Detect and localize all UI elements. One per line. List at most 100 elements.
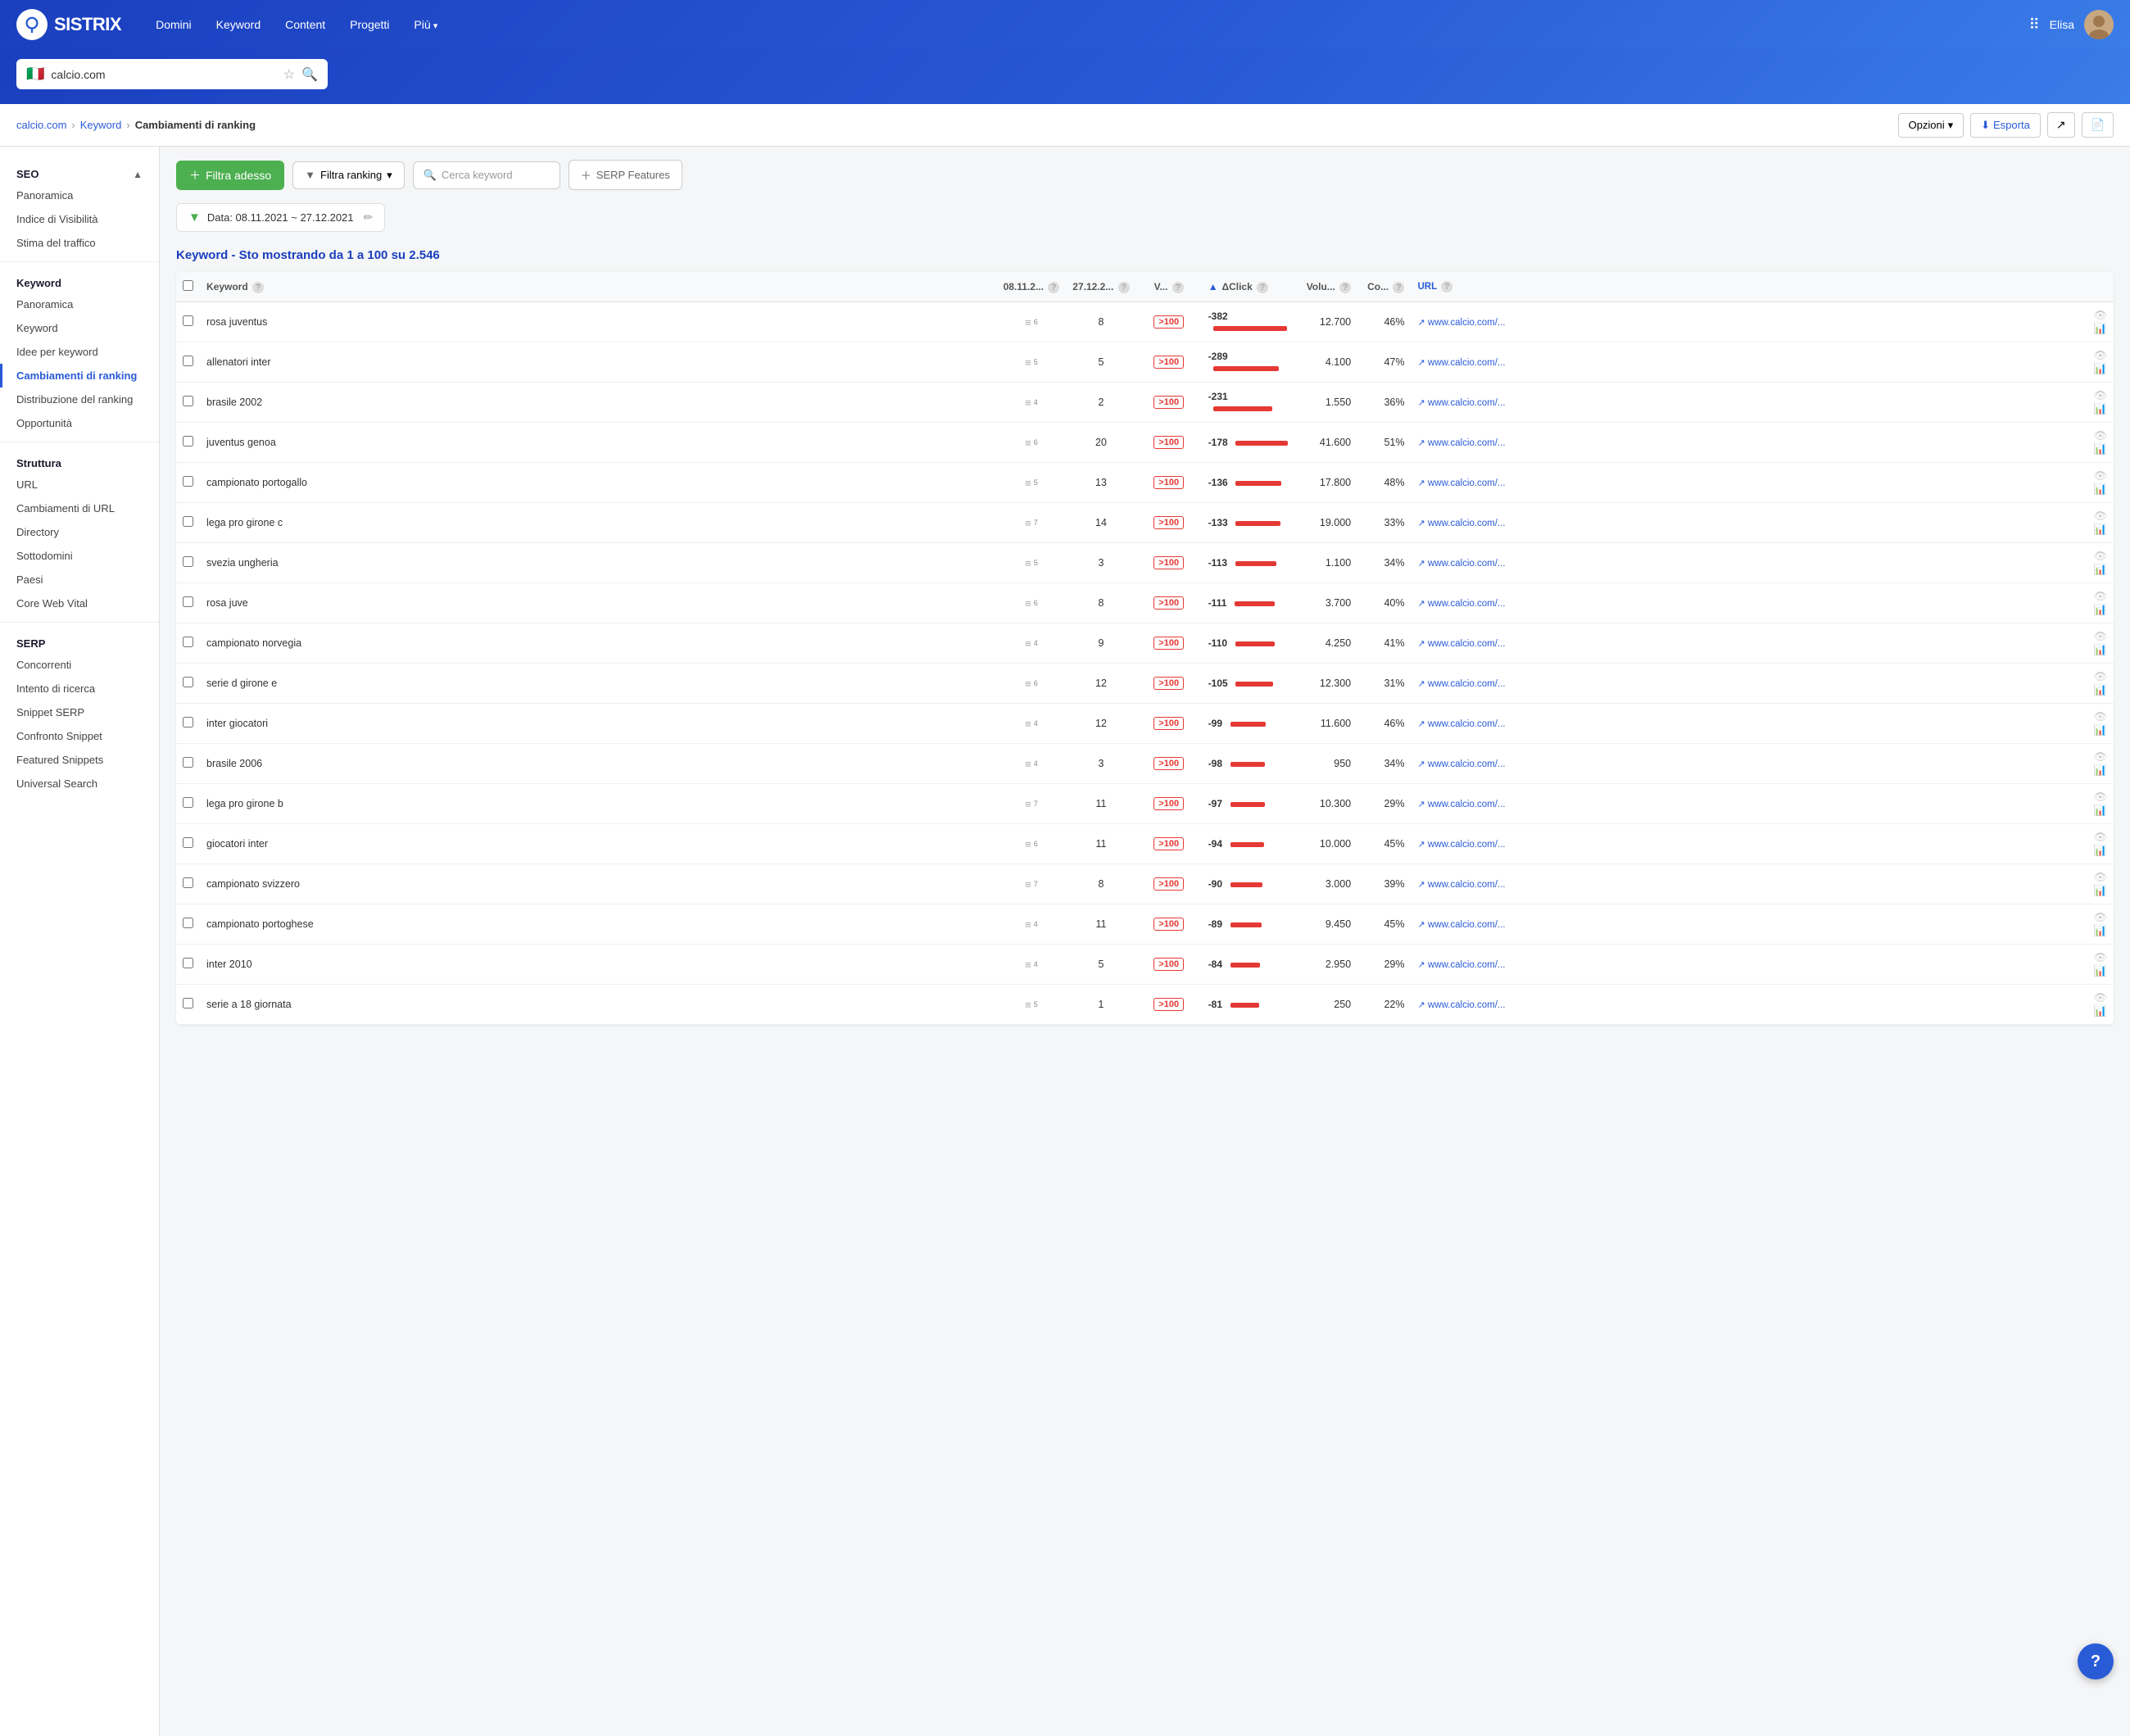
opzioni-button[interactable]: Opzioni ▾ xyxy=(1898,113,1965,138)
chart-icon[interactable]: 📊 xyxy=(2094,683,2107,696)
breadcrumb-home[interactable]: calcio.com xyxy=(16,119,66,131)
url-link[interactable]: www.calcio.com/... xyxy=(1428,559,1506,569)
breadcrumb-keyword[interactable]: Keyword xyxy=(80,119,122,131)
sidebar-item-concorrenti[interactable]: Concorrenti xyxy=(0,653,159,677)
url-link[interactable]: www.calcio.com/... xyxy=(1428,438,1506,448)
row-checkbox[interactable] xyxy=(183,837,193,848)
v-help[interactable]: ? xyxy=(1172,282,1184,293)
th-url[interactable]: URL ? xyxy=(1411,272,2064,302)
url-link[interactable]: www.calcio.com/... xyxy=(1428,519,1506,528)
eye-icon[interactable]: 👁 xyxy=(2093,590,2107,602)
row-checkbox[interactable] xyxy=(183,998,193,1009)
sidebar-item-idee[interactable]: Idee per keyword xyxy=(0,340,159,364)
sidebar-item-cambiamenti[interactable]: Cambiamenti di ranking xyxy=(0,364,159,388)
eye-icon[interactable]: 👁 xyxy=(2093,469,2107,482)
logo[interactable]: SISTRIX xyxy=(16,9,121,40)
share-button[interactable]: ↗ xyxy=(2047,112,2075,138)
chart-icon[interactable]: 📊 xyxy=(2094,442,2107,455)
row-checkbox[interactable] xyxy=(183,436,193,446)
row-checkbox[interactable] xyxy=(183,717,193,727)
sidebar-item-confronto-snippet[interactable]: Confronto Snippet xyxy=(0,724,159,748)
url-link[interactable]: www.calcio.com/... xyxy=(1428,1000,1506,1010)
url-link[interactable]: www.calcio.com/... xyxy=(1428,478,1506,488)
row-checkbox[interactable] xyxy=(183,797,193,808)
chart-icon[interactable]: 📊 xyxy=(2094,483,2107,495)
chart-icon[interactable]: 📊 xyxy=(2094,924,2107,936)
url-link[interactable]: www.calcio.com/... xyxy=(1428,920,1506,930)
bookmark-button[interactable]: 📄 xyxy=(2082,112,2114,138)
chart-icon[interactable]: 📊 xyxy=(2094,402,2107,415)
url-link[interactable]: www.calcio.com/... xyxy=(1428,759,1506,769)
filtra-adesso-button[interactable]: ＋ Filtra adesso xyxy=(176,161,284,190)
sidebar-item-featured-snippets[interactable]: Featured Snippets xyxy=(0,748,159,772)
url-link[interactable]: www.calcio.com/... xyxy=(1428,880,1506,890)
eye-icon[interactable]: 👁 xyxy=(2093,309,2107,321)
nav-content[interactable]: Content xyxy=(275,13,335,36)
eye-icon[interactable]: 👁 xyxy=(2093,951,2107,963)
avatar[interactable] xyxy=(2084,10,2114,39)
filtra-ranking-button[interactable]: ▼ Filtra ranking ▾ xyxy=(292,161,405,189)
eye-icon[interactable]: 👁 xyxy=(2093,429,2107,442)
url-link[interactable]: www.calcio.com/... xyxy=(1428,318,1506,328)
row-checkbox[interactable] xyxy=(183,918,193,928)
row-checkbox[interactable] xyxy=(183,356,193,366)
url-link[interactable]: www.calcio.com/... xyxy=(1428,358,1506,368)
chart-icon[interactable]: 📊 xyxy=(2094,964,2107,977)
chart-icon[interactable]: 📊 xyxy=(2094,322,2107,334)
chart-icon[interactable]: 📊 xyxy=(2094,563,2107,575)
url-link[interactable]: www.calcio.com/... xyxy=(1428,840,1506,850)
eye-icon[interactable]: 👁 xyxy=(2093,389,2107,401)
keyword-help[interactable]: ? xyxy=(252,282,264,293)
esporta-button[interactable]: ⬇ Esporta xyxy=(1970,113,2041,138)
sidebar-item-intento[interactable]: Intento di ricerca xyxy=(0,677,159,700)
eye-icon[interactable]: 👁 xyxy=(2093,750,2107,763)
sidebar-item-panoramica-seo[interactable]: Panoramica xyxy=(0,184,159,207)
th-date2[interactable]: 27.12.2... ? xyxy=(1066,272,1135,302)
chart-icon[interactable]: 📊 xyxy=(2094,723,2107,736)
th-volume[interactable]: Volu... ? xyxy=(1300,272,1361,302)
grid-icon[interactable]: ⠿ xyxy=(2028,16,2039,34)
chart-icon[interactable]: 📊 xyxy=(2094,1004,2107,1017)
row-checkbox[interactable] xyxy=(183,315,193,326)
url-link[interactable]: www.calcio.com/... xyxy=(1428,719,1506,729)
chart-icon[interactable]: 📊 xyxy=(2094,362,2107,374)
th-delta[interactable]: ▲ ΔClick ? xyxy=(1202,272,1300,302)
sidebar-item-sottodomini[interactable]: Sottodomini xyxy=(0,544,159,568)
row-checkbox[interactable] xyxy=(183,637,193,647)
url-help[interactable]: ? xyxy=(1441,281,1452,292)
chart-icon[interactable]: 📊 xyxy=(2094,643,2107,655)
chart-icon[interactable]: 📊 xyxy=(2094,603,2107,615)
sidebar-item-url[interactable]: URL xyxy=(0,473,159,496)
search-input[interactable] xyxy=(51,68,276,81)
nav-domini[interactable]: Domini xyxy=(146,13,202,36)
date-edit-icon[interactable]: ✏ xyxy=(364,211,374,224)
eye-icon[interactable]: 👁 xyxy=(2093,831,2107,843)
sidebar-item-traffico[interactable]: Stima del traffico xyxy=(0,231,159,255)
eye-icon[interactable]: 👁 xyxy=(2093,349,2107,361)
th-date1[interactable]: 08.11.2... ? xyxy=(997,272,1067,302)
url-link[interactable]: www.calcio.com/... xyxy=(1428,398,1506,408)
eye-icon[interactable]: 👁 xyxy=(2093,670,2107,682)
sidebar-item-cambiamenti-url[interactable]: Cambiamenti di URL xyxy=(0,496,159,520)
sidebar-item-snippet-serp[interactable]: Snippet SERP xyxy=(0,700,159,724)
eye-icon[interactable]: 👁 xyxy=(2093,991,2107,1004)
chart-icon[interactable]: 📊 xyxy=(2094,804,2107,816)
chart-icon[interactable]: 📊 xyxy=(2094,523,2107,535)
sidebar-item-visibilita[interactable]: Indice di Visibilità xyxy=(0,207,159,231)
star-icon[interactable]: ☆ xyxy=(283,66,295,83)
sidebar-item-core-web-vital[interactable]: Core Web Vital xyxy=(0,592,159,615)
row-checkbox[interactable] xyxy=(183,516,193,527)
row-checkbox[interactable] xyxy=(183,396,193,406)
row-checkbox[interactable] xyxy=(183,958,193,968)
th-cost[interactable]: Co... ? xyxy=(1361,272,1411,302)
eye-icon[interactable]: 👁 xyxy=(2093,550,2107,562)
row-checkbox[interactable] xyxy=(183,877,193,888)
sidebar-item-keyword[interactable]: Keyword xyxy=(0,316,159,340)
cerca-keyword-field[interactable]: 🔍 Cerca keyword xyxy=(413,161,560,189)
eye-icon[interactable]: 👁 xyxy=(2093,871,2107,883)
help-fab[interactable]: ? xyxy=(2078,1643,2114,1679)
row-checkbox[interactable] xyxy=(183,757,193,768)
url-link[interactable]: www.calcio.com/... xyxy=(1428,960,1506,970)
eye-icon[interactable]: 👁 xyxy=(2093,630,2107,642)
th-v[interactable]: V... ? xyxy=(1136,272,1202,302)
